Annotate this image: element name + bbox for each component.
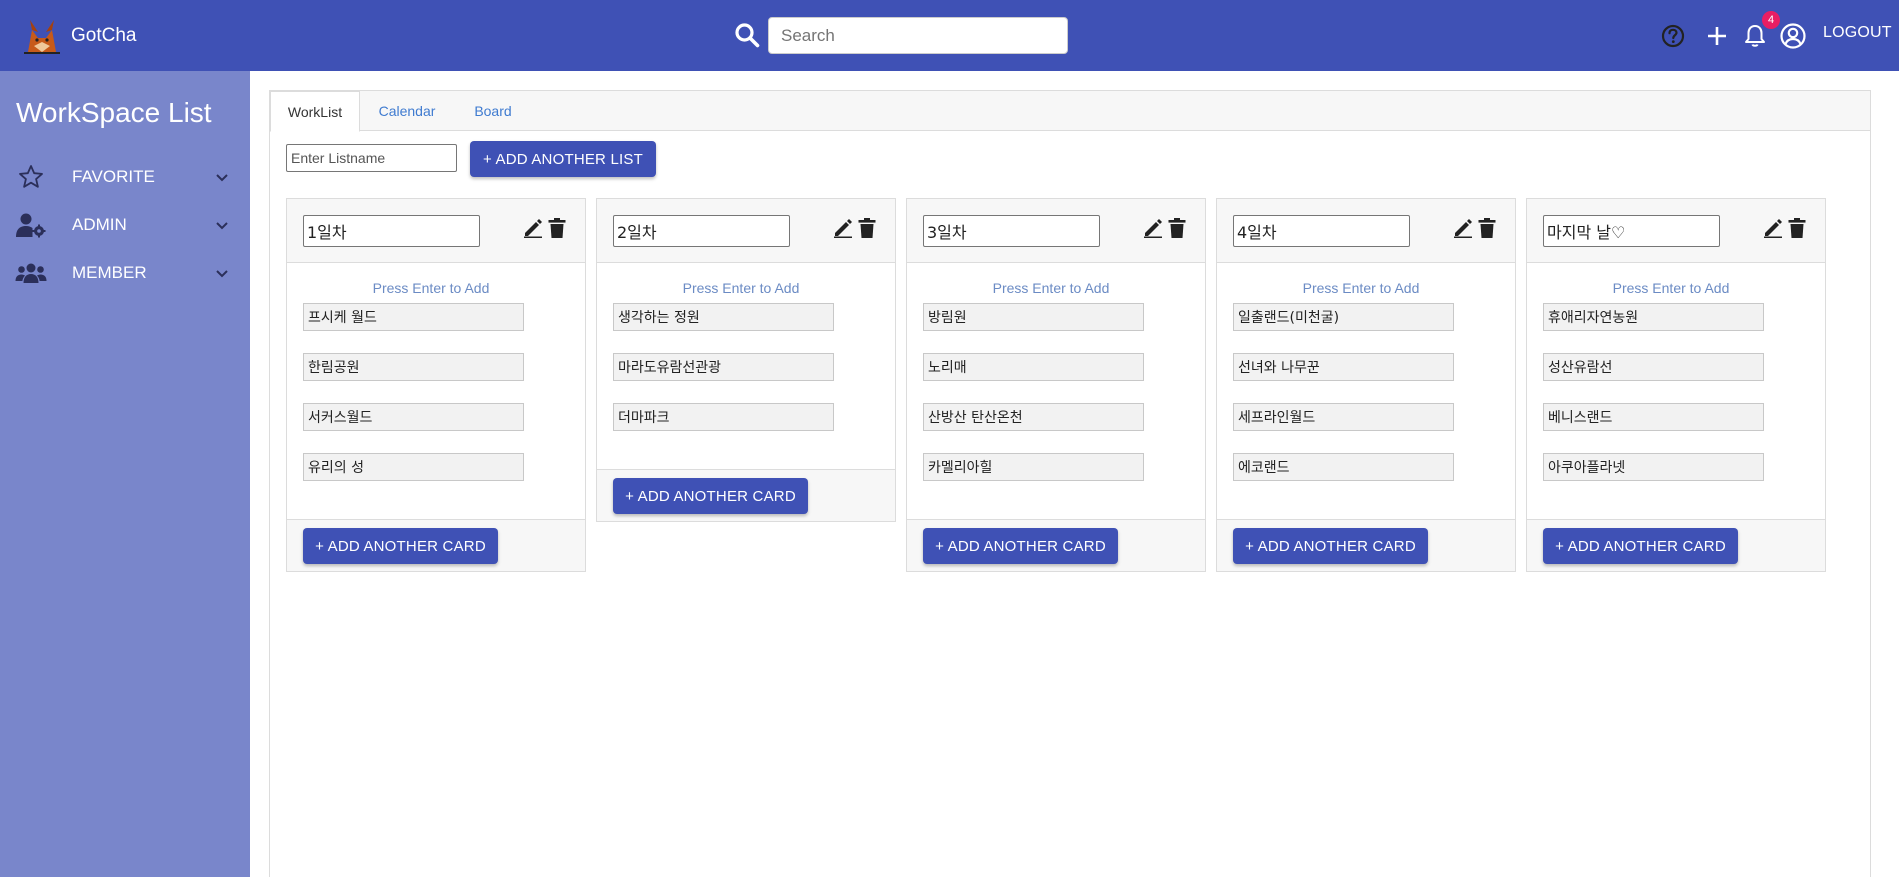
- brand[interactable]: GotCha: [22, 16, 136, 56]
- card-item[interactable]: 베니스랜드: [1543, 403, 1764, 431]
- add-icon[interactable]: [1703, 22, 1731, 50]
- list-title-input[interactable]: [613, 215, 790, 247]
- card-item[interactable]: 일출랜드(미천굴): [1233, 303, 1454, 331]
- listname-input[interactable]: [286, 144, 457, 172]
- sidebar-item-favorite[interactable]: FAVORITE: [0, 155, 250, 199]
- sidebar-item-label: FAVORITE: [72, 167, 155, 186]
- edit-icon[interactable]: [1763, 218, 1783, 238]
- trash-icon[interactable]: [1477, 217, 1497, 239]
- list-body: Press Enter to Add 휴애리자연농원성산유람선베니스랜드아쿠아플라…: [1527, 263, 1825, 519]
- users-icon: [15, 257, 47, 289]
- list-title-input[interactable]: [1543, 215, 1720, 247]
- list-column: Press Enter to Add 방림원노리매산방산 탄산온천카멜리아힐 + A…: [906, 198, 1206, 572]
- list-footer: + ADD ANOTHER CARD: [907, 519, 1205, 571]
- card-item[interactable]: 아쿠아플라넷: [1543, 453, 1764, 481]
- add-card-button[interactable]: + ADD ANOTHER CARD: [303, 528, 498, 564]
- list-title-input[interactable]: [303, 215, 480, 247]
- help-icon[interactable]: [1659, 22, 1687, 50]
- top-app-bar: GotCha 4 LOGOUT: [0, 0, 1899, 71]
- trash-icon[interactable]: [857, 217, 877, 239]
- list-footer: + ADD ANOTHER CARD: [1217, 519, 1515, 571]
- list-body: Press Enter to Add 프시케 월드한림공원서커스월드유리의 성: [287, 263, 585, 519]
- list-header: [1527, 199, 1825, 263]
- card-item[interactable]: 방림원: [923, 303, 1144, 331]
- tab-worklist[interactable]: WorkList: [270, 91, 360, 132]
- add-hint-text: Press Enter to Add: [1302, 280, 1420, 296]
- list-header: [287, 199, 585, 263]
- list-header: [1217, 199, 1515, 263]
- list-column: Press Enter to Add 프시케 월드한림공원서커스월드유리의 성 + …: [286, 198, 586, 572]
- add-hint-text: Press Enter to Add: [682, 280, 800, 296]
- sidebar-item-member[interactable]: MEMBER: [0, 251, 250, 295]
- sidebar: WorkSpace List FAVORITE ADMIN MEMBER: [0, 71, 250, 877]
- add-card-button[interactable]: + ADD ANOTHER CARD: [1543, 528, 1738, 564]
- add-card-button[interactable]: + ADD ANOTHER CARD: [1233, 528, 1428, 564]
- list-body: Press Enter to Add 생각하는 정원마라도유람선관광더마파크: [597, 263, 895, 469]
- fox-logo-icon: [22, 16, 62, 56]
- card-item[interactable]: 더마파크: [613, 403, 834, 431]
- list-title-input[interactable]: [1233, 215, 1410, 247]
- search-icon[interactable]: [734, 22, 760, 48]
- card-item[interactable]: 마라도유람선관광: [613, 353, 834, 381]
- list-header: [907, 199, 1205, 263]
- list-footer: + ADD ANOTHER CARD: [597, 469, 895, 521]
- card-item[interactable]: 한림공원: [303, 353, 524, 381]
- tab-board[interactable]: Board: [454, 91, 532, 131]
- star-icon: [15, 161, 47, 193]
- card-item[interactable]: 세프라인월드: [1233, 403, 1454, 431]
- sidebar-item-label: MEMBER: [72, 263, 147, 282]
- card-item[interactable]: 노리매: [923, 353, 1144, 381]
- sidebar-item-admin[interactable]: ADMIN: [0, 203, 250, 247]
- tab-calendar[interactable]: Calendar: [360, 91, 454, 131]
- add-list-button[interactable]: + ADD ANOTHER LIST: [470, 141, 656, 177]
- chevron-down-icon[interactable]: [214, 169, 230, 185]
- list-body: Press Enter to Add 방림원노리매산방산 탄산온천카멜리아힐: [907, 263, 1205, 519]
- list-title-input[interactable]: [923, 215, 1100, 247]
- account-icon[interactable]: [1779, 22, 1807, 50]
- add-hint-text: Press Enter to Add: [1612, 280, 1730, 296]
- edit-icon[interactable]: [1143, 218, 1163, 238]
- worklist-panel: WorkList Calendar Board + ADD ANOTHER LI…: [269, 90, 1871, 877]
- list-column: Press Enter to Add 휴애리자연농원성산유람선베니스랜드아쿠아플라…: [1526, 198, 1826, 572]
- edit-icon[interactable]: [523, 218, 543, 238]
- chevron-down-icon[interactable]: [214, 265, 230, 281]
- card-item[interactable]: 휴애리자연농원: [1543, 303, 1764, 331]
- card-item[interactable]: 성산유람선: [1543, 353, 1764, 381]
- card-item[interactable]: 서커스월드: [303, 403, 524, 431]
- chevron-down-icon[interactable]: [214, 217, 230, 233]
- trash-icon[interactable]: [547, 217, 567, 239]
- add-hint-text: Press Enter to Add: [992, 280, 1110, 296]
- trash-icon[interactable]: [1787, 217, 1807, 239]
- notification-badge: 4: [1762, 11, 1780, 29]
- list-header: [597, 199, 895, 263]
- sidebar-item-label: ADMIN: [72, 215, 127, 234]
- logout-button[interactable]: LOGOUT: [1823, 24, 1892, 42]
- card-item[interactable]: 프시케 월드: [303, 303, 524, 331]
- sidebar-title: WorkSpace List: [16, 97, 212, 128]
- trash-icon[interactable]: [1167, 217, 1187, 239]
- list-footer: + ADD ANOTHER CARD: [1527, 519, 1825, 571]
- add-card-button[interactable]: + ADD ANOTHER CARD: [923, 528, 1118, 564]
- edit-icon[interactable]: [833, 218, 853, 238]
- add-hint-text: Press Enter to Add: [372, 280, 490, 296]
- search-input[interactable]: [768, 17, 1068, 54]
- list-body: Press Enter to Add 일출랜드(미천굴) 선녀와 나무꾼세프라인월드…: [1217, 263, 1515, 519]
- app-name: GotCha: [71, 25, 137, 46]
- list-column: Press Enter to Add 일출랜드(미천굴) 선녀와 나무꾼세프라인월드…: [1216, 198, 1516, 572]
- card-item[interactable]: 카멜리아힐: [923, 453, 1144, 481]
- list-footer: + ADD ANOTHER CARD: [287, 519, 585, 571]
- card-item[interactable]: 생각하는 정원: [613, 303, 834, 331]
- card-item[interactable]: 산방산 탄산온천: [923, 403, 1144, 431]
- card-item[interactable]: 유리의 성: [303, 453, 524, 481]
- card-item[interactable]: 선녀와 나무꾼: [1233, 353, 1454, 381]
- add-card-button[interactable]: + ADD ANOTHER CARD: [613, 478, 808, 514]
- user-gear-icon: [15, 209, 47, 241]
- edit-icon[interactable]: [1453, 218, 1473, 238]
- list-column: Press Enter to Add 생각하는 정원마라도유람선관광더마파크 + A…: [596, 198, 896, 522]
- tab-bar: WorkList Calendar Board: [270, 91, 1870, 132]
- card-item[interactable]: 에코랜드: [1233, 453, 1454, 481]
